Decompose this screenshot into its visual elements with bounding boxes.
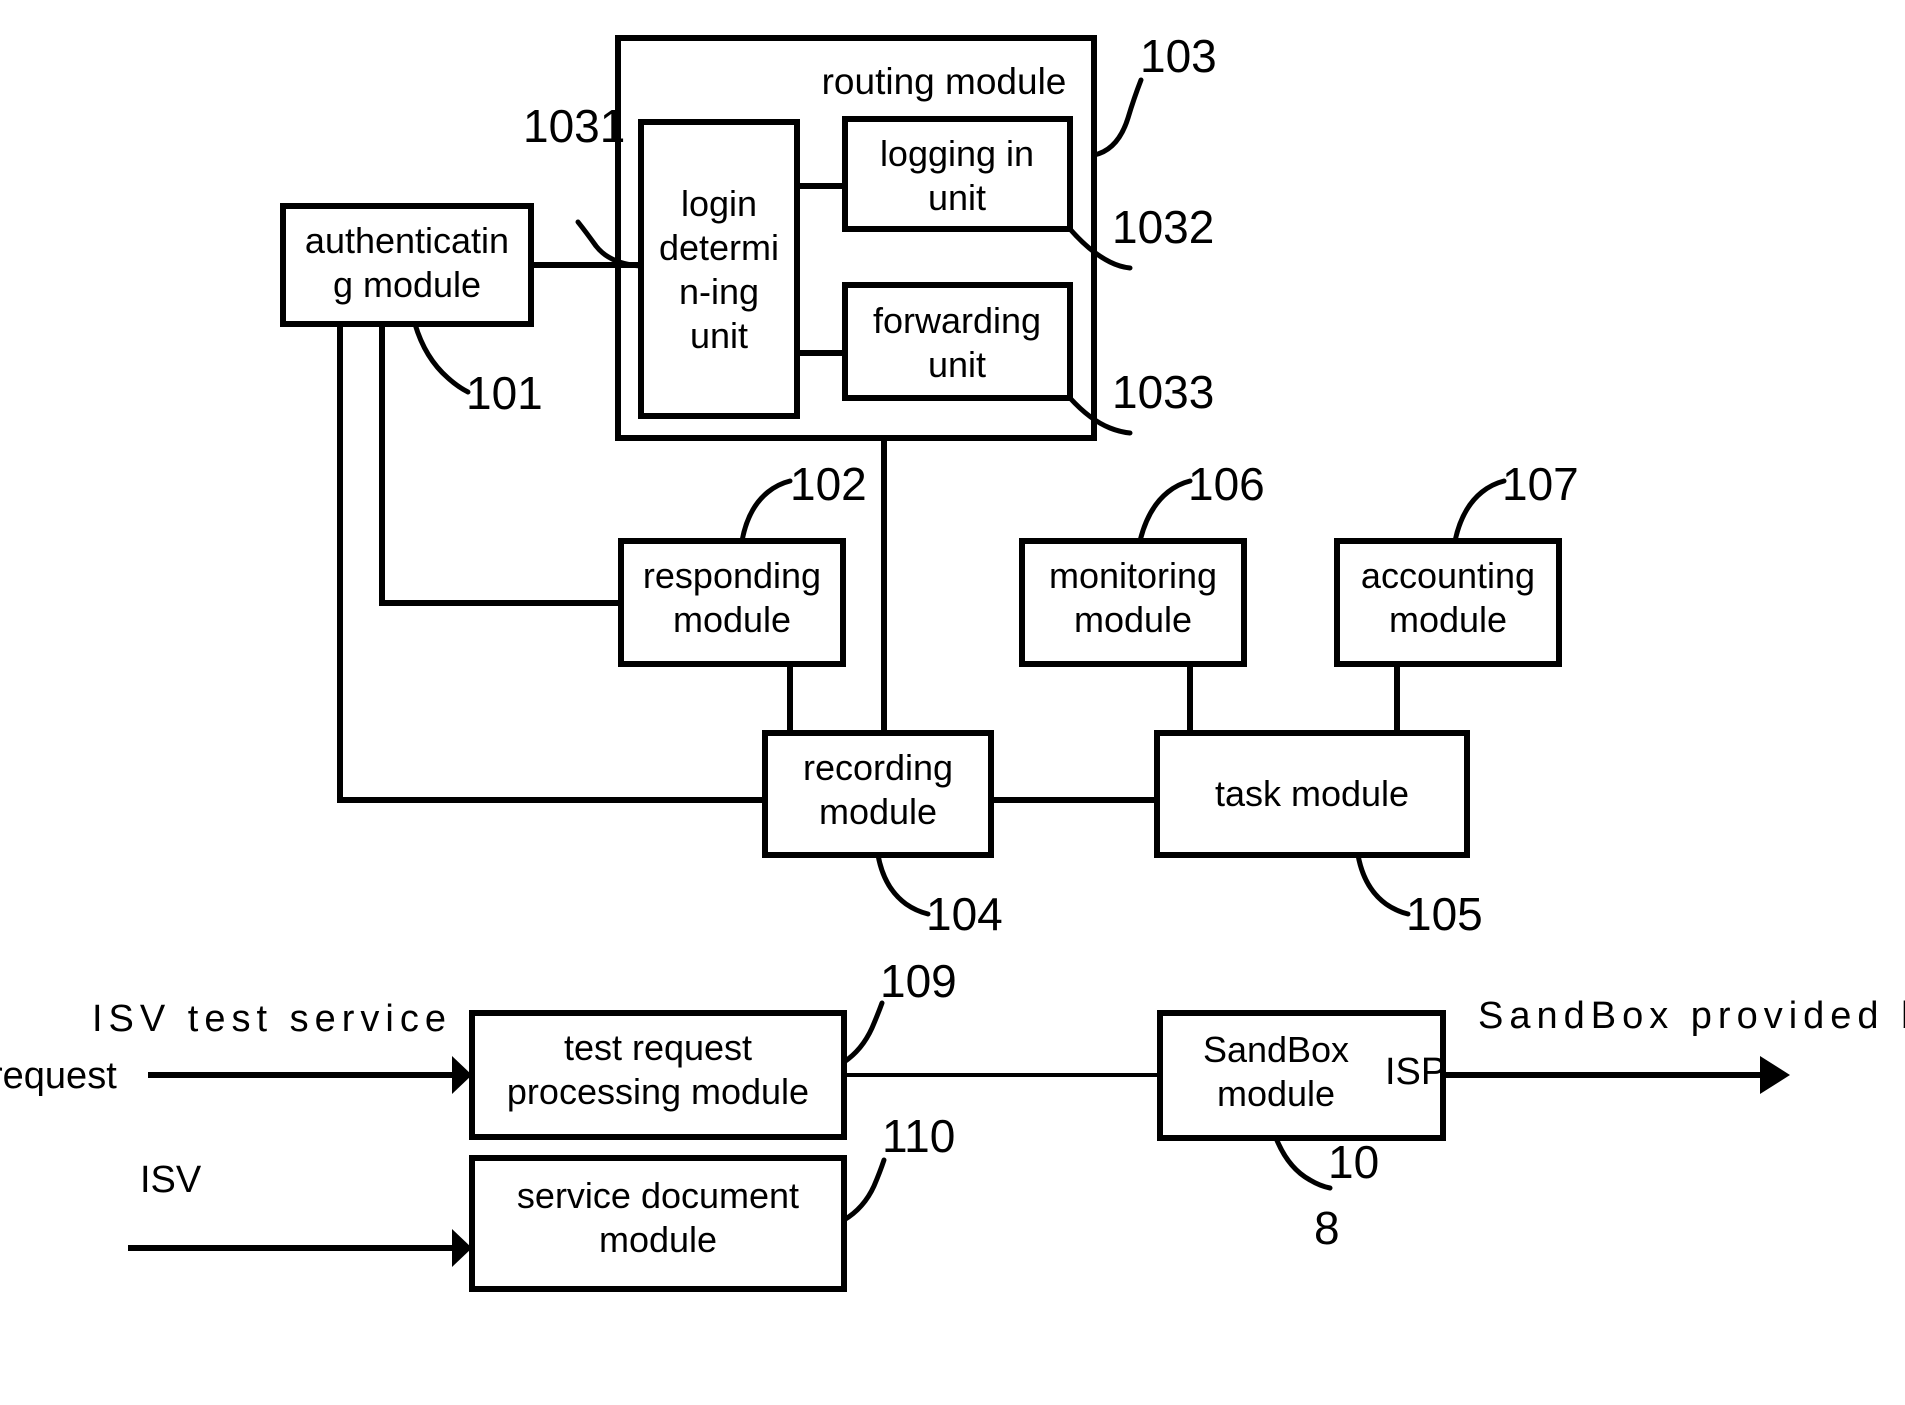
isv-test-service-label-line2: request: [0, 1055, 117, 1097]
leader-line-104: [875, 852, 931, 917]
ref-number-1032: 1032: [1112, 201, 1214, 253]
leader-line-102: [739, 478, 793, 544]
leader-line-103: [1091, 77, 1144, 158]
forwarding-unit-label-line2: unit: [928, 344, 986, 385]
test-request-processing-module-label-line1: test request: [564, 1027, 752, 1068]
ref-number-104: 104: [926, 888, 1003, 940]
service-document-module-label-line2: module: [599, 1219, 717, 1260]
login-determining-unit-label-line3: n-ing: [679, 271, 759, 312]
service-document-module-label-line1: service document: [517, 1175, 799, 1216]
ref-number-1033: 1033: [1112, 366, 1214, 418]
leader-line-10: [1273, 1135, 1333, 1191]
forwarding-unit-label-line1: forwarding: [873, 300, 1041, 341]
ref-number-101: 101: [466, 367, 543, 419]
ref-number-110: 110: [882, 1110, 955, 1162]
sandbox-output-label: SandBox provided by: [1478, 995, 1905, 1037]
routing-module-title: routing module: [822, 61, 1067, 102]
ref-number-10: 10: [1328, 1136, 1379, 1188]
figure-canvas: routing module login determi n-ing unit …: [0, 0, 1905, 1405]
ref-number-105: 105: [1406, 888, 1483, 940]
leader-line-106: [1137, 478, 1193, 544]
accounting-module-label-line2: module: [1389, 599, 1507, 640]
responding-module-label-line1: responding: [643, 555, 821, 596]
ref-number-106: 106: [1188, 458, 1265, 510]
leader-line-110: [841, 1157, 887, 1223]
login-determining-unit-label-line4: unit: [690, 315, 748, 356]
recording-module-label-line2: module: [819, 791, 937, 832]
isv-test-service-label-line1: ISV test service: [92, 998, 452, 1040]
logging-in-unit-label-line1: logging in: [880, 133, 1034, 174]
ref-number-102: 102: [790, 458, 867, 510]
authenticating-module-label-line2: g module: [333, 264, 481, 305]
login-determining-unit-label-line1: login: [681, 183, 757, 224]
responding-module-label-line2: module: [673, 599, 791, 640]
sandbox-module-label-line1: SandBox: [1203, 1029, 1349, 1070]
leader-line-101: [412, 321, 471, 395]
block-diagram: routing module login determi n-ing unit …: [0, 30, 1905, 1292]
leader-line-107: [1452, 478, 1507, 544]
task-module-label-line1: task module: [1215, 773, 1409, 814]
connector-auth-to-responding: [379, 324, 621, 606]
login-determining-unit-box[interactable]: [638, 119, 800, 419]
ref-number-1031: 1031: [523, 100, 625, 152]
logging-in-unit-label-line2: unit: [928, 177, 986, 218]
arrowhead-sandbox-output: [1760, 1056, 1790, 1094]
monitoring-module-label-line2: module: [1074, 599, 1192, 640]
leader-line-109: [841, 1000, 885, 1065]
authenticating-module-label-line1: authenticatin: [305, 220, 509, 261]
ref-number-109: 109: [880, 955, 957, 1007]
monitoring-module-label-line1: monitoring: [1049, 555, 1217, 596]
ref-number-107: 107: [1502, 458, 1579, 510]
isp-overlay-label: ISP: [1385, 1051, 1446, 1093]
ref-number-103: 103: [1140, 30, 1217, 82]
login-determining-unit-label-line2: determi: [659, 227, 779, 268]
accounting-module-label-line1: accounting: [1361, 555, 1535, 596]
sandbox-module-label-line2: module: [1217, 1073, 1335, 1114]
leader-line-105: [1355, 852, 1411, 917]
isv-label: ISV: [140, 1159, 202, 1201]
recording-module-label-line1: recording: [803, 747, 953, 788]
test-request-processing-module-label-line2: processing module: [507, 1071, 809, 1112]
ref-number-8: 8: [1314, 1202, 1340, 1254]
